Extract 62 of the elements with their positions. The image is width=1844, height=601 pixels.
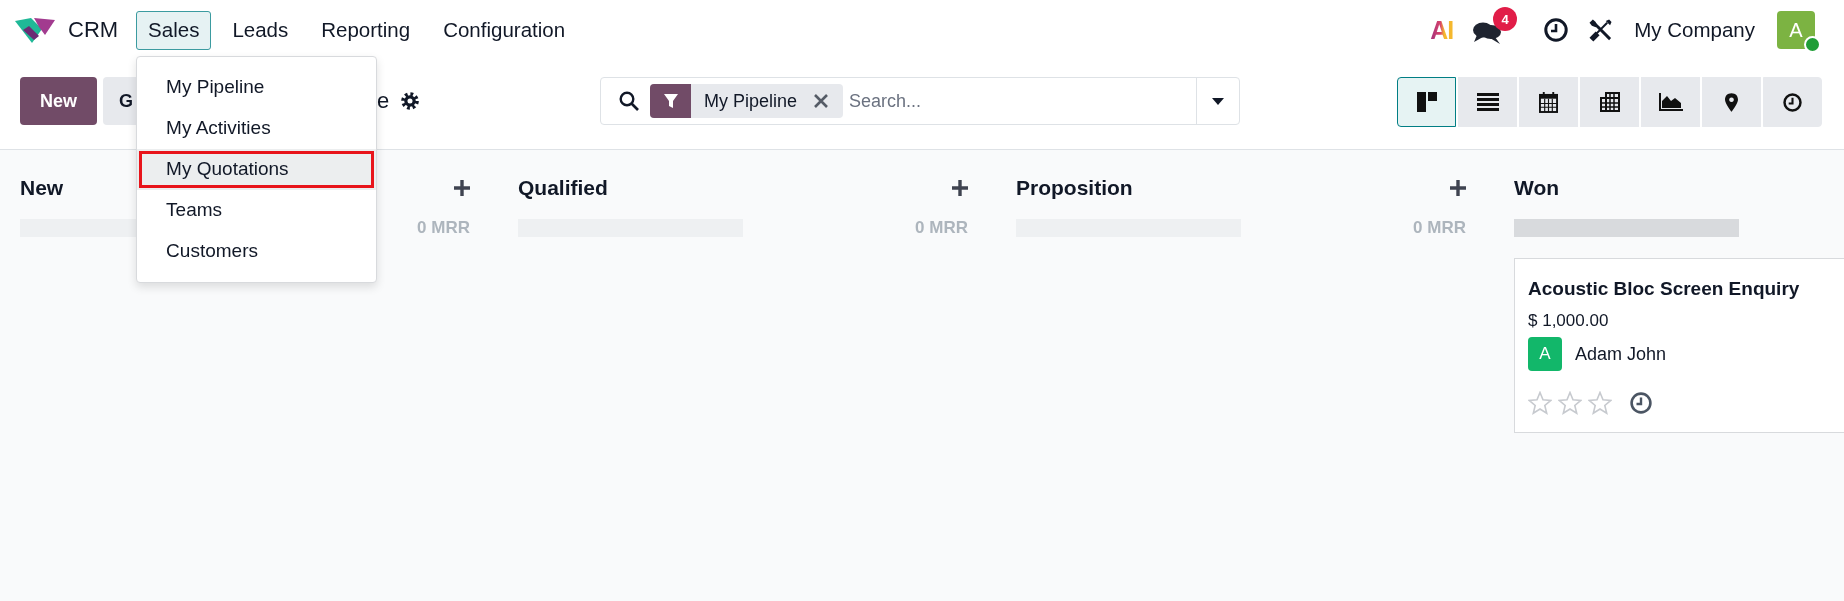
column-title: New [20,176,64,200]
kanban-icon [1416,92,1437,112]
card-title: Acoustic Bloc Screen Enquiry [1528,277,1800,301]
column-total: 0 MRR [417,218,470,238]
map-pin-icon [1725,92,1738,112]
filter-icon [650,84,691,118]
calendar-icon [1539,91,1558,113]
plus-icon [454,180,470,196]
map-view-button[interactable] [1702,77,1761,127]
graph-view-button[interactable] [1641,77,1700,127]
salesperson-avatar: A [1528,337,1562,371]
pivot-view-button[interactable] [1580,77,1639,127]
quick-create-button[interactable] [454,180,470,196]
dropdown-item[interactable]: My Quotations [137,148,377,190]
calendar-view-button[interactable] [1519,77,1578,127]
caret-icon [1212,97,1224,105]
page-title: e [377,88,390,114]
nav-menu-item[interactable]: Sales [136,10,212,50]
filter-label: My Pipeline [704,90,798,112]
column-total: 0 MRR [1413,218,1466,238]
lead-card[interactable]: Acoustic Bloc Screen Enquiry $ 1,000.00 A Adam John [1514,258,1844,433]
search-input[interactable]: Search... [843,78,1196,124]
clock-icon[interactable] [1544,18,1569,42]
column-total: 0 MRR [915,218,968,238]
search-field[interactable]: My Pipeline Search... [600,77,1240,125]
close-icon[interactable] [814,94,829,108]
dropdown-item[interactable]: My Activities [137,107,377,149]
nav-menu-item[interactable]: Leads [220,10,301,50]
star-icon[interactable] [1528,391,1552,415]
card-amount: $ 1,000.00 [1528,310,1609,332]
new-button[interactable]: New [20,77,97,125]
star-icon[interactable] [1558,391,1582,415]
settings-icon[interactable] [401,92,420,110]
dropdown-item[interactable]: Teams [137,189,377,231]
app-name: CRM [68,17,119,43]
salesperson-name: Adam John [1575,343,1667,365]
column-title: Won [1514,176,1560,200]
area-chart-icon [1658,93,1683,111]
tools-icon[interactable] [1589,18,1613,42]
plus-icon [1450,180,1466,196]
activity-view-button[interactable] [1763,77,1822,127]
app-logo-icon[interactable] [15,17,55,43]
dropdown-item[interactable]: Customers [137,230,377,272]
notification-badge: 4 [1493,7,1518,31]
table-icon [1599,92,1620,112]
star-icon[interactable] [1588,391,1612,415]
quick-create-button[interactable] [1450,180,1466,196]
column-title: Proposition [1016,176,1133,200]
activity-clock-icon[interactable] [1630,392,1652,414]
quick-create-button[interactable] [952,180,968,196]
list-view-button[interactable] [1458,77,1517,127]
clock-icon [1783,92,1802,112]
list-icon [1476,93,1499,111]
column-title: Qualified [518,176,608,200]
nav-menu-item[interactable]: Configuration [431,10,578,50]
search-icon[interactable] [619,91,639,111]
chat-icon[interactable] [1473,21,1502,45]
dropdown-item[interactable]: My Pipeline [137,66,377,108]
company-switcher[interactable]: My Company [1634,18,1755,42]
nav-menu-item[interactable]: Reporting [309,10,423,50]
plus-icon [952,180,968,196]
kanban-view-button[interactable] [1397,77,1456,127]
